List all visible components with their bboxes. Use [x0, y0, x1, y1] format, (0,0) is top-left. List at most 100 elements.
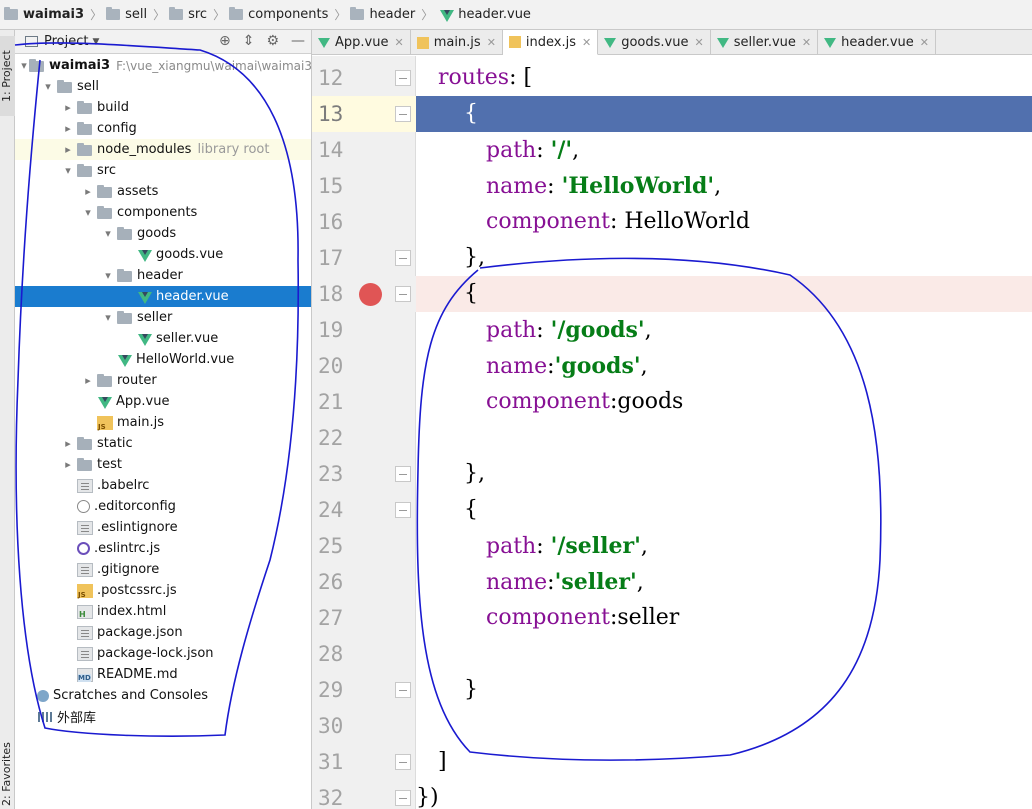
- breadcrumb-item-header[interactable]: header 〉: [350, 6, 437, 23]
- tree-item-package-json[interactable]: package.json: [15, 622, 311, 643]
- expand-arrow-icon[interactable]: ▾: [61, 164, 75, 177]
- expand-arrow-icon[interactable]: ▸: [61, 122, 75, 135]
- tree-item-babelrc[interactable]: .babelrc: [15, 475, 311, 496]
- fold-toggle-icon[interactable]: [395, 106, 411, 122]
- tree-item-header[interactable]: ▾ header: [15, 265, 311, 286]
- line-number[interactable]: 26: [312, 564, 416, 600]
- breadcrumb-item-components[interactable]: components 〉: [229, 6, 350, 23]
- collapse-all-icon[interactable]: ⇕: [243, 33, 255, 49]
- code-line[interactable]: 18{: [312, 276, 1032, 312]
- expand-arrow-icon[interactable]: ▾: [101, 311, 115, 324]
- line-number[interactable]: 14: [312, 132, 416, 168]
- code-line[interactable]: 17},: [312, 240, 1032, 276]
- tree-item-router[interactable]: ▸ router: [15, 370, 311, 391]
- tree-item-static[interactable]: ▸ static: [15, 433, 311, 454]
- breakpoint-icon[interactable]: [359, 283, 382, 306]
- tree-item-eslintignore[interactable]: .eslintignore: [15, 517, 311, 538]
- fold-toggle-icon[interactable]: [395, 754, 411, 770]
- close-icon[interactable]: ✕: [394, 36, 403, 49]
- tree-item-editorconfig[interactable]: .editorconfig: [15, 496, 311, 517]
- expand-arrow-icon[interactable]: ▸: [81, 374, 95, 387]
- tree-item-main-js[interactable]: main.js: [15, 412, 311, 433]
- tree-item-node-modules[interactable]: ▸ node_modules library root: [15, 139, 311, 160]
- fold-toggle-icon[interactable]: [395, 682, 411, 698]
- tree-item-readme-md[interactable]: README.md: [15, 664, 311, 685]
- line-number[interactable]: 19: [312, 312, 416, 348]
- code-line[interactable]: 21 component:goods: [312, 384, 1032, 420]
- tree-item-scratches-and-consoles[interactable]: Scratches and Consoles: [15, 685, 311, 706]
- tree-item-header-vue[interactable]: header.vue: [15, 286, 311, 307]
- hide-panel-icon[interactable]: —: [291, 33, 305, 49]
- locate-icon[interactable]: ⊕: [219, 33, 231, 49]
- tree-item-seller-vue[interactable]: seller.vue: [15, 328, 311, 349]
- breadcrumb-item-sell[interactable]: sell 〉: [106, 6, 169, 23]
- line-number[interactable]: 20: [312, 348, 416, 384]
- tree-item-goods-vue[interactable]: goods.vue: [15, 244, 311, 265]
- tree-root-waimai3[interactable]: ▾ waimai3 F:\vue_xiangmu\waimai\waimai3: [15, 55, 311, 76]
- close-icon[interactable]: ✕: [694, 36, 703, 49]
- fold-toggle-icon[interactable]: [395, 466, 411, 482]
- tree-item-helloworld-vue[interactable]: HelloWorld.vue: [15, 349, 311, 370]
- tree-item-seller[interactable]: ▾ seller: [15, 307, 311, 328]
- expand-arrow-icon[interactable]: ▾: [81, 206, 95, 219]
- project-tool-tab[interactable]: 1: Project: [0, 36, 15, 116]
- code-line[interactable]: 30: [312, 708, 1032, 744]
- breadcrumb-item-src[interactable]: src 〉: [169, 6, 229, 23]
- tab-index-js[interactable]: index.js ✕: [502, 30, 599, 55]
- tree-item-src[interactable]: ▾ src: [15, 160, 311, 181]
- close-icon[interactable]: ✕: [487, 36, 496, 49]
- tab-header-vue[interactable]: header.vue ✕: [818, 30, 937, 55]
- expand-arrow-icon[interactable]: ▾: [21, 59, 27, 72]
- expand-arrow-icon[interactable]: ▸: [61, 101, 75, 114]
- code-line[interactable]: 25 path: '/seller',: [312, 528, 1032, 564]
- code-line[interactable]: 19 path: '/goods',: [312, 312, 1032, 348]
- code-line[interactable]: 14 path: '/',: [312, 132, 1032, 168]
- code-line[interactable]: 13{: [312, 96, 1032, 132]
- line-number[interactable]: 30: [312, 708, 416, 744]
- project-view-title[interactable]: Project: [44, 34, 88, 49]
- code-line[interactable]: 28: [312, 636, 1032, 672]
- dropdown-caret-icon[interactable]: ▼: [92, 37, 99, 47]
- breadcrumb-item-waimai3[interactable]: waimai3 〉: [4, 6, 106, 23]
- tree-item-build[interactable]: ▸ build: [15, 97, 311, 118]
- code-line[interactable]: 20 name:'goods',: [312, 348, 1032, 384]
- code-line[interactable]: 29}: [312, 672, 1032, 708]
- code-line[interactable]: 22: [312, 420, 1032, 456]
- fold-toggle-icon[interactable]: [395, 250, 411, 266]
- tree-item-test[interactable]: ▸ test: [15, 454, 311, 475]
- line-number[interactable]: 22: [312, 420, 416, 456]
- fold-toggle-icon[interactable]: [395, 790, 411, 806]
- expand-arrow-icon[interactable]: ▾: [41, 80, 55, 93]
- tab-goods-vue[interactable]: goods.vue ✕: [598, 30, 711, 55]
- tree-item-package-lock-json[interactable]: package-lock.json: [15, 643, 311, 664]
- tree-item-eslintrc-js[interactable]: .eslintrc.js: [15, 538, 311, 559]
- tree-item-index-html[interactable]: index.html: [15, 601, 311, 622]
- expand-arrow-icon[interactable]: ▾: [101, 227, 115, 240]
- fold-toggle-icon[interactable]: [395, 286, 411, 302]
- close-icon[interactable]: ✕: [582, 36, 591, 49]
- fold-toggle-icon[interactable]: [395, 502, 411, 518]
- code-line[interactable]: 27 component:seller: [312, 600, 1032, 636]
- code-line[interactable]: 12 routes: [: [312, 60, 1032, 96]
- line-number[interactable]: 28: [312, 636, 416, 672]
- gear-icon[interactable]: ⚙: [266, 33, 279, 49]
- code-editor[interactable]: 12 routes: [13{14 path: '/', 15 name: 'Hello…: [312, 56, 1032, 809]
- code-line[interactable]: 26 name:'seller',: [312, 564, 1032, 600]
- expand-arrow-icon[interactable]: ▸: [81, 185, 95, 198]
- tab-seller-vue[interactable]: seller.vue ✕: [711, 30, 819, 55]
- code-line[interactable]: 23},: [312, 456, 1032, 492]
- line-number[interactable]: 27: [312, 600, 416, 636]
- expand-arrow-icon[interactable]: ▸: [61, 458, 75, 471]
- code-line[interactable]: 24{: [312, 492, 1032, 528]
- expand-arrow-icon[interactable]: ▸: [61, 437, 75, 450]
- tree-item-sell[interactable]: ▾ sell: [15, 76, 311, 97]
- line-number[interactable]: 21: [312, 384, 416, 420]
- favorites-tool-tab[interactable]: 2: Favorites: [0, 739, 15, 809]
- expand-arrow-icon[interactable]: ▾: [101, 269, 115, 282]
- tree-item-gitignore[interactable]: .gitignore: [15, 559, 311, 580]
- tree-item-config[interactable]: ▸ config: [15, 118, 311, 139]
- line-number[interactable]: 25: [312, 528, 416, 564]
- close-icon[interactable]: ✕: [920, 36, 929, 49]
- tab-main-js[interactable]: main.js ✕: [411, 30, 503, 55]
- code-line[interactable]: 16 component: HelloWorld: [312, 204, 1032, 240]
